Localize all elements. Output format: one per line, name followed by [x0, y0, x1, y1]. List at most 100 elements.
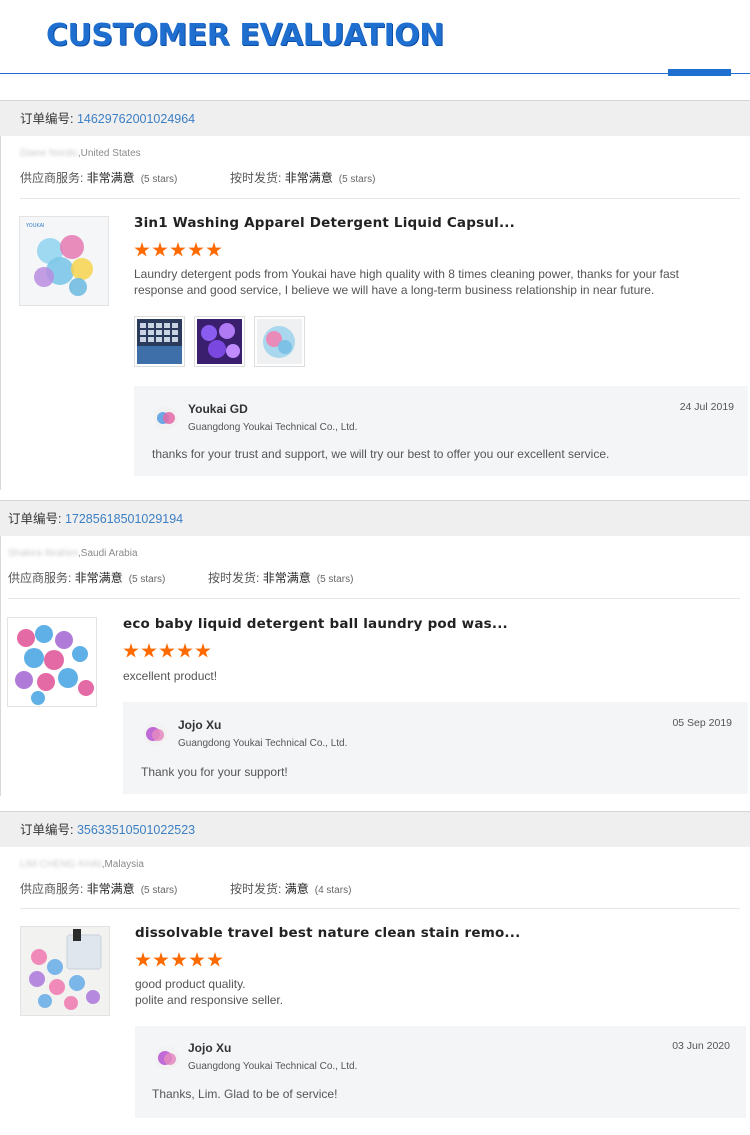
- star-icon: [206, 242, 222, 257]
- star-icon: [171, 952, 187, 967]
- order-number-label: 订单编号:: [8, 512, 65, 526]
- order-bar: 订单编号: 17285618501029194: [0, 500, 750, 536]
- product-thumbnail[interactable]: YOUKAI: [19, 216, 109, 306]
- buyer-name-masked: Diane Nordic: [20, 148, 78, 159]
- tray-photo-icon: [137, 319, 182, 364]
- supplier-service-stars: (5 stars): [140, 174, 178, 185]
- seller-avatar-icon: [155, 1046, 179, 1070]
- rating-stars: [134, 242, 222, 258]
- divider: [8, 598, 740, 599]
- review-comment: excellent product!: [123, 669, 218, 683]
- star-icon: [153, 952, 169, 967]
- order-bar: 订单编号: 35633510501022523: [0, 811, 750, 847]
- header-divider: [0, 73, 750, 74]
- supplier-service-label: 供应商服务:: [20, 882, 87, 896]
- star-icon: [189, 952, 205, 967]
- buyer-country: ,Saudi Arabia: [78, 548, 138, 559]
- order-number[interactable]: 17285618501029194: [65, 512, 183, 526]
- travel-pods-image: [21, 927, 109, 1015]
- order-number[interactable]: 35633510501022523: [77, 823, 195, 837]
- buyer-name-masked: Shakira Ibrahim: [8, 548, 79, 559]
- star-icon: [134, 242, 150, 257]
- on-time-delivery-label: 按时发货:: [208, 571, 263, 585]
- order-bar: 订单编号: 14629762001024964: [0, 100, 750, 136]
- supplier-service-value: 非常满意: [74, 571, 123, 585]
- star-icon: [123, 643, 139, 658]
- seller-ratings: 供应商服务: 非常满意 (5 stars) 按时发货: 满意 (4 stars): [20, 880, 351, 897]
- star-icon: [195, 643, 211, 658]
- baby-detergent-pods-image: [8, 618, 96, 706]
- on-time-delivery-value: 非常满意: [262, 571, 311, 585]
- buyer-info: LIM CHENG KHAI,Malaysia: [20, 859, 144, 870]
- seller-ratings: 供应商服务: 非常满意 (5 stars) 按时发货: 非常满意 (5 stars): [8, 569, 353, 586]
- purple-pods-photo[interactable]: [194, 316, 245, 367]
- supplier-service-value: 非常满意: [86, 171, 135, 185]
- seller-company: Guangdong Youkai Technical Co., Ltd.: [188, 1061, 358, 1072]
- review-photos: [134, 316, 305, 367]
- seller-reply: Youkai GD Guangdong Youkai Technical Co.…: [134, 386, 748, 476]
- reply-date: 24 Jul 2019: [679, 401, 734, 413]
- review-card: 订单编号: 35633510501022523 LIM CHENG KHAI,M…: [0, 811, 750, 1131]
- supplier-service-label: 供应商服务:: [8, 571, 75, 585]
- on-time-delivery-label: 按时发货:: [230, 171, 285, 185]
- supplier-service-stars: (5 stars): [128, 574, 166, 585]
- supplier-service-value: 非常满意: [86, 882, 135, 896]
- order-number-label: 订单编号:: [20, 823, 77, 837]
- rating-stars: [135, 952, 223, 968]
- review-card: 订单编号: 17285618501029194 Shakira Ibrahim,…: [0, 500, 750, 796]
- seller-company: Guangdong Youkai Technical Co., Ltd.: [188, 422, 358, 433]
- review-comment: Laundry detergent pods from Youkai have …: [134, 267, 679, 297]
- supplier-service-label: 供应商服务:: [20, 171, 87, 185]
- reply-date: 05 Sep 2019: [672, 717, 732, 729]
- product-title[interactable]: dissolvable travel best nature clean sta…: [135, 925, 520, 941]
- reply-text: Thanks, Lim. Glad to be of service!: [152, 1087, 338, 1101]
- product-thumbnail[interactable]: [7, 617, 97, 707]
- seller-reply: Jojo Xu Guangdong Youkai Technical Co., …: [123, 702, 748, 794]
- star-icon: [177, 643, 193, 658]
- detergent-pods-image: YOUKAI: [20, 217, 108, 305]
- star-icon: [152, 242, 168, 257]
- star-icon: [188, 242, 204, 257]
- purple-pods-photo-icon: [197, 319, 242, 364]
- page-header: CUSTOMER EVALUATION: [0, 0, 750, 80]
- tray-photo[interactable]: [134, 316, 185, 367]
- capsule-photo[interactable]: [254, 316, 305, 367]
- review-card: 订单编号: 14629762001024964 Diane Nordic,Uni…: [0, 100, 750, 490]
- on-time-delivery-stars: (4 stars): [314, 885, 352, 896]
- buyer-info: Diane Nordic,United States: [20, 148, 141, 159]
- on-time-delivery-value: 满意: [284, 882, 309, 896]
- product-title[interactable]: 3in1 Washing Apparel Detergent Liquid Ca…: [134, 215, 515, 231]
- star-icon: [207, 952, 223, 967]
- reply-text: thanks for your trust and support, we wi…: [152, 447, 610, 461]
- review-comment-line-2: polite and responsive seller.: [135, 993, 284, 1007]
- star-icon: [170, 242, 186, 257]
- seller-ratings: 供应商服务: 非常满意 (5 stars) 按时发货: 非常满意 (5 stars): [20, 169, 375, 186]
- seller-company: Guangdong Youkai Technical Co., Ltd.: [178, 738, 348, 749]
- on-time-delivery-value: 非常满意: [284, 171, 333, 185]
- seller-name: Youkai GD: [188, 402, 248, 416]
- svg-text:YOUKAI: YOUKAI: [25, 223, 44, 229]
- page-title: CUSTOMER EVALUATION: [46, 18, 444, 53]
- product-thumbnail[interactable]: [20, 926, 110, 1016]
- rating-stars: [123, 643, 211, 659]
- seller-reply: Jojo Xu Guangdong Youkai Technical Co., …: [135, 1026, 746, 1118]
- star-icon: [159, 643, 175, 658]
- divider: [20, 908, 740, 909]
- seller-name: Jojo Xu: [178, 718, 222, 732]
- on-time-delivery-stars: (5 stars): [338, 174, 376, 185]
- buyer-country: ,Malaysia: [101, 859, 144, 870]
- seller-name: Jojo Xu: [188, 1041, 232, 1055]
- reply-date: 03 Jun 2020: [672, 1040, 730, 1052]
- seller-avatar-icon: [143, 722, 167, 746]
- capsule-photo-icon: [257, 319, 302, 364]
- seller-avatar-icon: [154, 406, 178, 430]
- star-icon: [141, 643, 157, 658]
- on-time-delivery-stars: (5 stars): [316, 574, 354, 585]
- review-comment-line-1: good product quality.: [135, 977, 246, 991]
- order-number[interactable]: 14629762001024964: [77, 112, 195, 126]
- product-title[interactable]: eco baby liquid detergent ball laundry p…: [123, 616, 508, 632]
- supplier-service-stars: (5 stars): [140, 885, 178, 896]
- order-number-label: 订单编号:: [20, 112, 77, 126]
- star-icon: [135, 952, 151, 967]
- buyer-name-masked: LIM CHENG KHAI: [20, 859, 102, 870]
